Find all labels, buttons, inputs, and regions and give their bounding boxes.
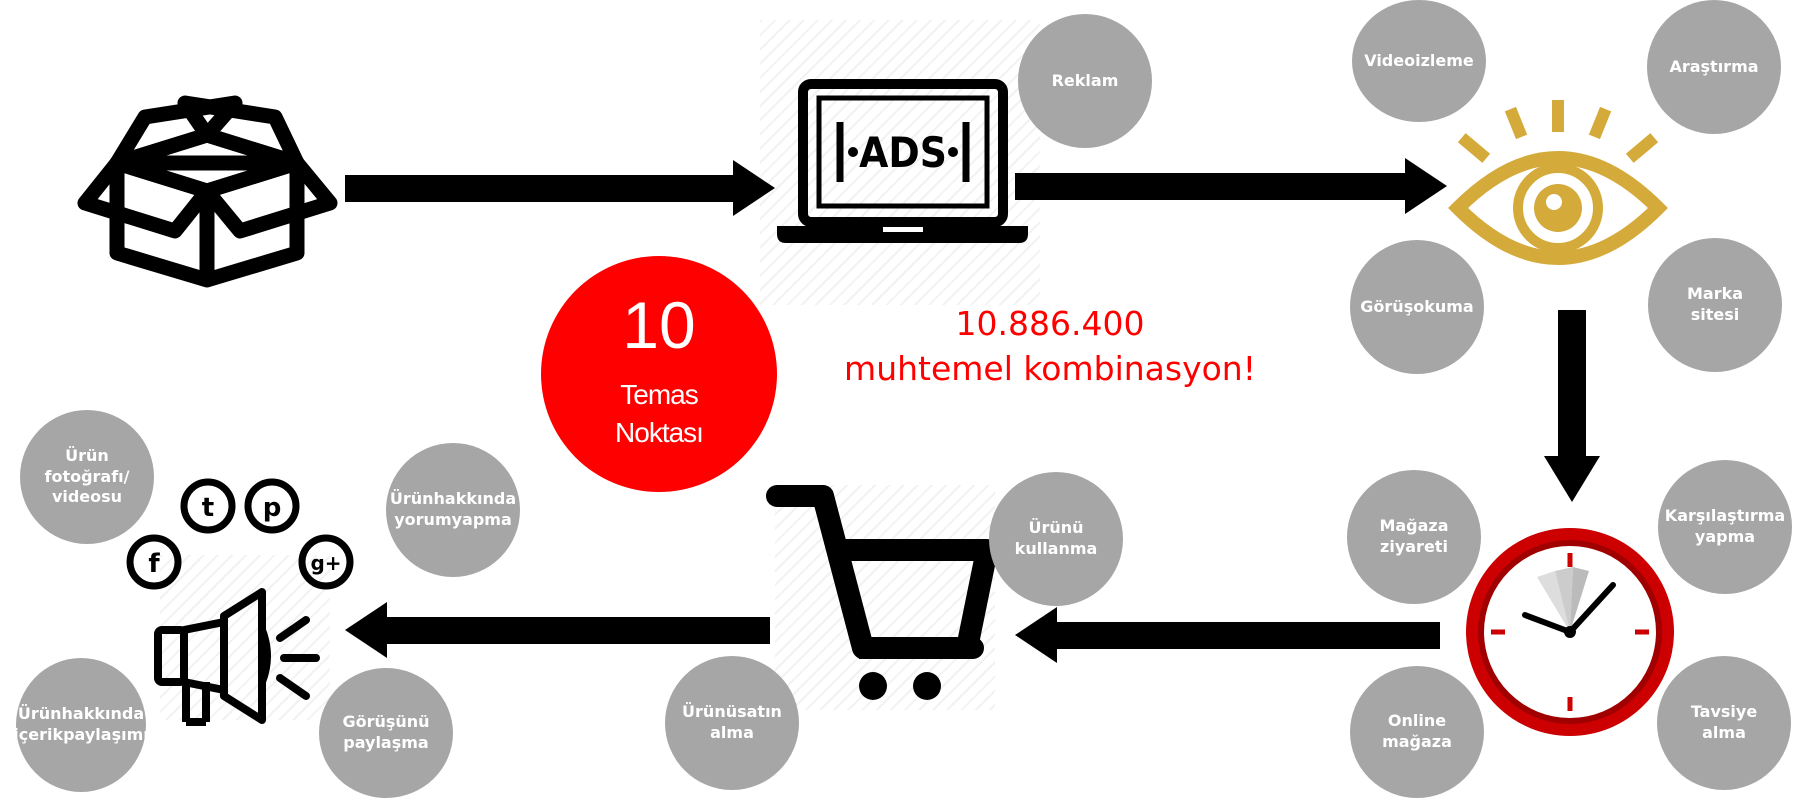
laptop-ads-icon: ADS — [777, 79, 1028, 243]
arrow-cart-to-megaphone — [345, 602, 770, 658]
touchpoint-icerik-paylasimi: Ürünhakkında içerikpaylaşımı — [13, 658, 149, 792]
ads-text: ADS — [859, 128, 947, 177]
combinations-value: 10.886.400 — [955, 304, 1145, 343]
twitter-letter: t — [202, 493, 214, 523]
touchpoint-gorusunu-paylasma: Görüşünü paylaşma — [319, 668, 453, 798]
arrow-clock-to-cart — [1015, 607, 1440, 663]
touchpoint-video: Videoizleme — [1352, 0, 1486, 122]
shopping-cart-icon — [766, 485, 998, 700]
combinations-text: 10.886.400 muhtemel kombinasyon! — [840, 302, 1260, 391]
touchpoint-count: 10 — [622, 288, 696, 362]
touchpoint-count-badge: 10 Temas Noktası — [541, 256, 777, 492]
pinterest-letter: p — [263, 493, 282, 523]
arrow-box-to-ads — [345, 160, 775, 216]
touchpoint-tavsiye: Tavsiye alma — [1657, 656, 1791, 790]
touchpoint-gorus-okuma: Görüşokuma — [1350, 240, 1484, 374]
touchpoint-urunu-kullanma: Ürünü kullanma — [989, 472, 1123, 606]
megaphone-social-icon: f t p g+ — [126, 478, 354, 726]
arrow-ads-to-eye — [1015, 158, 1447, 214]
googleplus-letter: g+ — [310, 551, 341, 575]
combinations-label: muhtemel kombinasyon! — [844, 348, 1256, 388]
touchpoint-magaza-ziyareti: Mağaza ziyareti — [1347, 470, 1481, 604]
facebook-letter: f — [148, 549, 160, 579]
touchpoint-online-magaza: Online mağaza — [1350, 666, 1484, 798]
touchpoint-urun-foto: Ürün fotoğrafı/ videosu — [20, 410, 154, 544]
touchpoint-karsilastirma: Karşılaştırma yapma — [1658, 460, 1792, 594]
touchpoint-marka-sitesi: Marka sitesi — [1648, 238, 1782, 372]
touchpoint-reklam: Reklam — [1018, 14, 1152, 148]
touchpoint-satin-alma: Ürünüsatın alma — [665, 656, 799, 790]
eye-icon — [1448, 100, 1668, 265]
open-box-icon — [77, 95, 338, 288]
touchpoint-count-label: Temas Noktası — [615, 379, 704, 448]
clock-icon — [1466, 528, 1674, 736]
touchpoint-arastirma: Araştırma — [1647, 0, 1781, 134]
touchpoint-yorum-yapma: Ürünhakkında yorumyapma — [386, 443, 520, 577]
arrow-eye-to-clock — [1544, 310, 1600, 502]
